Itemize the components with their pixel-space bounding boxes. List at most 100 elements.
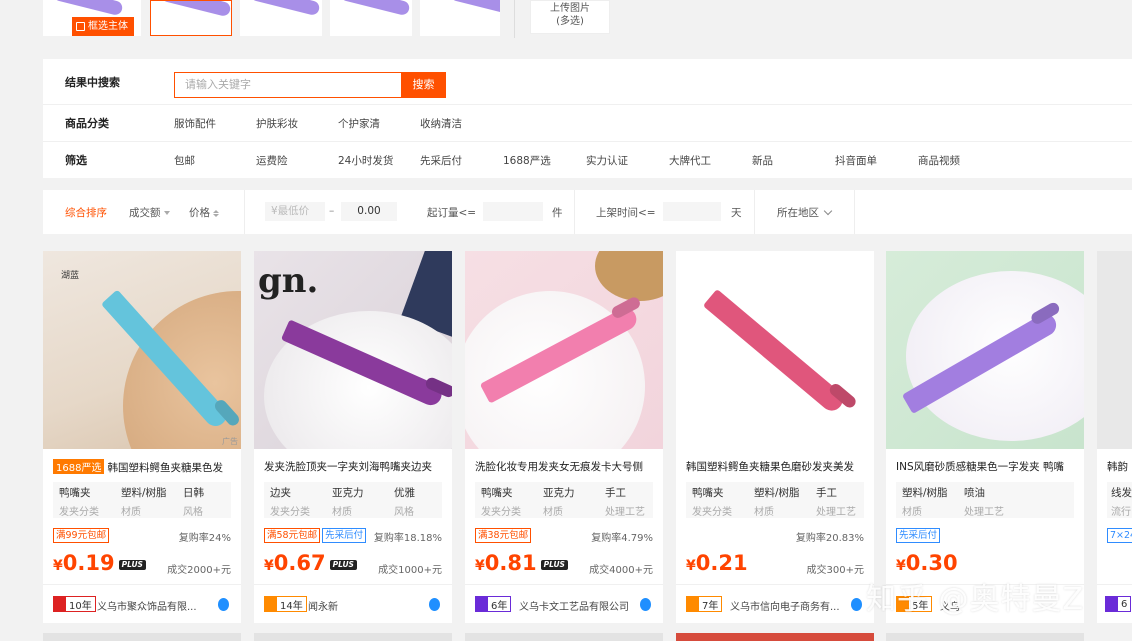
upload-image-button[interactable]: 上传图片 (多选) (530, 0, 610, 34)
next-row-card (676, 633, 874, 641)
shop-row[interactable]: 6 (1097, 584, 1132, 623)
attribute-box: 边夹 发夹分类 亚克力 材质 优雅 风格 (264, 482, 442, 518)
product-title[interactable]: 韩韵 (1107, 459, 1132, 474)
product-card[interactable]: 洗脸化妆专用发夹女无痕发卡大号侧 鸭嘴夹 发夹分类 亚克力 材质 手工 处理工艺 满3… (465, 251, 663, 623)
plus-badge: PLUS (329, 560, 357, 570)
shop-row[interactable]: 10年 义乌市聚众饰品有限... (43, 584, 241, 623)
price: ¥0.30 (896, 551, 958, 575)
shop-name[interactable]: 闻永新 (308, 598, 424, 613)
filter-new[interactable]: 新品 (752, 153, 773, 168)
shop-name[interactable]: 义乌卡文工艺品有限公司 (519, 598, 635, 613)
repurchase-rate: 复购率18.18% (373, 533, 442, 544)
product-title[interactable]: 韩国塑料鳄鱼夹糖果色磨砂发夹美发 (686, 459, 869, 474)
filter-24h-dispatch[interactable]: 24小时发货 (338, 153, 393, 168)
product-photo (702, 288, 848, 416)
repurchase-rate: 复购率24% (178, 533, 231, 544)
product-image[interactable] (465, 251, 663, 449)
filter-brand-oem[interactable]: 大牌代工 (669, 153, 711, 168)
image-thumb-2-selected[interactable] (150, 0, 232, 36)
image-thumb-4[interactable] (330, 0, 412, 36)
product-image[interactable] (676, 251, 874, 449)
free-shipping-tag: 满99元包邮 (53, 528, 110, 543)
image-thumb-5[interactable] (420, 0, 500, 36)
crop-icon (76, 22, 85, 31)
category-option[interactable]: 收纳清洁 (420, 116, 462, 131)
filter-shipping-insurance[interactable]: 运费险 (256, 153, 288, 168)
listed-time-label: 上架时间<= (596, 207, 656, 219)
sort-bar: 综合排序 成交额 价格 ¥最低价 – 0.00 起订量<= 件 上架时间<= 天… (43, 190, 1132, 234)
shop-name[interactable]: 义乌市聚众饰品有限... (97, 598, 213, 613)
plus-badge: PLUS (540, 560, 568, 570)
product-title[interactable]: INS风磨砂质感糖果色一字发夹 鸭嘴 (896, 459, 1079, 474)
frame-subject-button[interactable]: 框选主体 (72, 17, 134, 36)
product-card[interactable]: gn. 发夹洗脸顶夹一字夹刘海鸭嘴夹边夹 边夹 发夹分类 亚克力 材质 优雅 风格 满… (254, 251, 452, 623)
sort-updown-icon (213, 209, 219, 217)
region-dropdown[interactable]: 所在地区 (777, 205, 833, 220)
wangwang-chat-icon[interactable] (851, 598, 862, 611)
sales-volume: 成交300+元 (806, 565, 864, 576)
min-price-input[interactable]: ¥最低价 (265, 202, 325, 221)
wangwang-chat-icon[interactable] (218, 598, 229, 611)
screen-row: 筛选 包邮 运费险 24小时发货 先采后付 1688严选 实力认证 大牌代工 新… (43, 142, 1132, 178)
filter-product-video[interactable]: 商品视频 (918, 153, 960, 168)
shop-years-badge: 7年 (686, 596, 723, 612)
min-order-input[interactable] (483, 202, 543, 221)
product-image[interactable]: 湖蓝 广告 (43, 251, 241, 449)
product-card[interactable]: INS风磨砂质感糖果色一字发夹 鸭嘴 塑料/树脂 材质 喷油 处理工艺 先采后付 ¥… (886, 251, 1084, 623)
sort-price[interactable]: 价格 (189, 205, 219, 220)
filter-douyin-waybill[interactable]: 抖音面单 (835, 153, 877, 168)
filter-free-shipping[interactable]: 包邮 (174, 153, 195, 168)
image-thumb-3[interactable] (240, 0, 322, 36)
product-card[interactable]: 湖蓝 广告 1688严选 韩国塑料鳄鱼夹糖果色发 鸭嘴夹 发夹分类 塑料/树脂 材质 … (43, 251, 241, 623)
search-button[interactable]: 搜索 (401, 72, 446, 98)
price: ¥0.81 PLUS (475, 551, 568, 575)
filter-buy-now-pay-later[interactable]: 先采后付 (420, 153, 462, 168)
sort-sales[interactable]: 成交额 (129, 205, 170, 220)
category-option[interactable]: 服饰配件 (174, 116, 216, 131)
product-title[interactable]: 洗脸化妆专用发夹女无痕发卡大号侧 (475, 459, 658, 474)
attribute-box: 鸭嘴夹 发夹分类 亚克力 材质 手工 处理工艺 (475, 482, 653, 518)
max-price-input[interactable]: 0.00 (341, 202, 397, 221)
screen-label: 筛选 (65, 154, 87, 167)
price: ¥0.21 (686, 551, 748, 575)
watermark: 知乎 @奥特曼Z (866, 582, 1085, 617)
repurchase-rate: 复购率4.79% (591, 533, 653, 544)
shop-row[interactable]: 7年 义乌市信向电子商务有... (676, 584, 874, 623)
shop-level-icon (1106, 597, 1118, 611)
shop-years-badge: 14年 (264, 596, 307, 612)
next-row-card (465, 633, 663, 641)
divider (244, 190, 245, 234)
category-option[interactable]: 个护家清 (338, 116, 380, 131)
next-row-card (254, 633, 452, 641)
product-title[interactable]: 发夹洗脸顶夹一字夹刘海鸭嘴夹边夹 (264, 459, 447, 474)
product-title[interactable]: 1688严选 韩国塑料鳄鱼夹糖果色发 (53, 459, 236, 475)
shop-row[interactable]: 14年 闻永新 (254, 584, 452, 623)
shop-row[interactable]: 6年 义乌卡文工艺品有限公司 (465, 584, 663, 623)
promo-tags: 7×24 (1107, 528, 1132, 544)
price-dash: – (329, 205, 335, 217)
product-image[interactable]: gn. (254, 251, 452, 449)
filter-verified[interactable]: 实力认证 (586, 153, 628, 168)
repurchase-rate: 复购率20.83% (795, 533, 864, 544)
filter-1688-select[interactable]: 1688严选 (503, 153, 551, 168)
search-input[interactable]: 请输入关键字 (174, 72, 402, 98)
sort-comprehensive[interactable]: 综合排序 (65, 205, 107, 220)
product-card-partial[interactable]: 韩韵 线发流行 7×24 6 (1097, 251, 1132, 623)
wangwang-chat-icon[interactable] (640, 598, 651, 611)
shop-name[interactable]: 义乌市信向电子商务有... (730, 598, 846, 613)
product-card[interactable]: 韩国塑料鳄鱼夹糖果色磨砂发夹美发 鸭嘴夹 发夹分类 塑料/树脂 材质 手工 处理工艺 … (676, 251, 874, 623)
divider (854, 190, 855, 234)
product-image[interactable] (1097, 251, 1132, 449)
listed-time-input[interactable] (663, 202, 721, 221)
category-row: 商品分类 服饰配件 护肤彩妆 个护家清 收纳清洁 (43, 105, 1132, 142)
shop-level-icon (687, 597, 699, 611)
search-within-row: 结果中搜索 请输入关键字 搜索 (43, 59, 1132, 105)
color-label: 湖蓝 (61, 271, 80, 281)
category-option[interactable]: 护肤彩妆 (256, 116, 298, 131)
divider (574, 190, 575, 234)
product-image[interactable] (886, 251, 1084, 449)
days-label: 天 (731, 207, 742, 219)
wangwang-chat-icon[interactable] (429, 598, 440, 611)
divider (514, 0, 515, 38)
attribute-box: 鸭嘴夹 发夹分类 塑料/树脂 材质 手工 处理工艺 (686, 482, 864, 518)
